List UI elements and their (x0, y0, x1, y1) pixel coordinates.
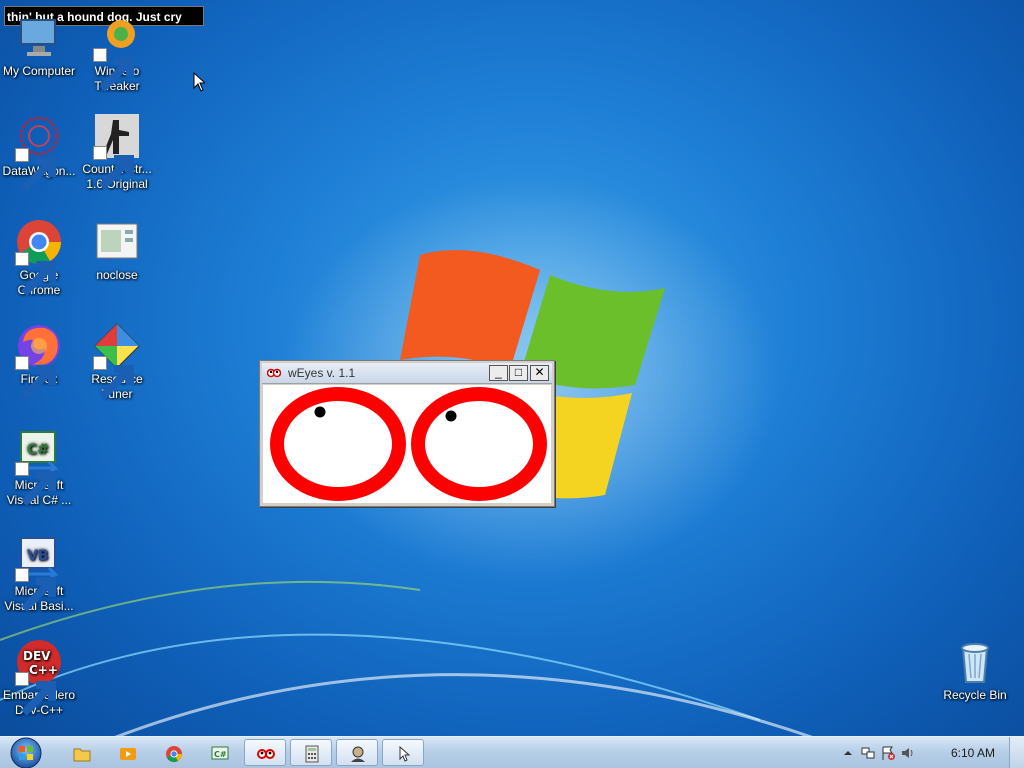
svg-text:DEV: DEV (23, 649, 51, 663)
taskbar-item-user-app[interactable] (336, 739, 378, 766)
action-center-flag-icon[interactable] (880, 745, 896, 761)
right-pupil (445, 410, 457, 422)
show-hidden-icons-icon[interactable] (840, 745, 856, 761)
taskbar-item-media-player[interactable] (106, 739, 148, 766)
shortcut-arrow-icon (15, 148, 56, 192)
dev-cpp-icon: DEV C++ (15, 638, 63, 716)
svg-text:VB: VB (27, 548, 49, 564)
shortcut-arrow-icon (93, 146, 134, 190)
firefox-icon (15, 322, 63, 400)
taskbar: C# 6:10 AM (0, 736, 1024, 768)
shortcut-arrow-icon (93, 356, 134, 400)
system-tray: 6:10 AM (834, 737, 1024, 768)
volume-icon[interactable] (900, 745, 916, 761)
left-eye (270, 387, 406, 501)
shortcut-arrow-icon (93, 48, 134, 92)
desktop-icon-recycle-bin[interactable]: Recycle Bin (936, 638, 1014, 703)
svg-text:C#: C# (214, 750, 227, 759)
desktop-icon-noclose[interactable]: noclose (78, 218, 156, 283)
desktop-icon-google-chrome[interactable]: Google Chrome (0, 218, 78, 298)
right-eye (411, 387, 547, 501)
visual-csharp-icon: C# (211, 746, 229, 760)
taskbar-item-chrome[interactable] (152, 739, 194, 766)
desktop-icon-label: My Computer (2, 64, 76, 78)
counter-strike-icon (93, 112, 141, 190)
desktop-icon-label: noclose (96, 268, 138, 282)
maximize-button[interactable]: □ (509, 365, 528, 381)
computer-icon (15, 14, 63, 62)
desktop-icon-my-computer[interactable]: My Computer (0, 14, 78, 79)
left-pupil (314, 406, 326, 418)
shortcut-arrow-icon (15, 672, 56, 716)
close-button[interactable]: ✕ (530, 365, 549, 381)
user-avatar-icon (351, 746, 365, 762)
shortcut-arrow-icon (15, 252, 56, 296)
visual-basic-icon: VB (15, 534, 63, 612)
taskbar-item-pointer-app[interactable] (382, 739, 424, 766)
desktop-icon-winaero-tweaker[interactable]: Winaero Tweaker (78, 14, 156, 94)
weyes-client-area (263, 385, 551, 503)
calculator-icon (305, 745, 319, 763)
noclose-icon (93, 218, 141, 266)
winaero-tweaker-icon (93, 14, 141, 92)
network-icon[interactable] (860, 745, 876, 761)
desktop-icon-firefox[interactable]: Firefox (0, 322, 78, 400)
resource-tuner-icon (93, 322, 141, 400)
weyes-icon (267, 368, 281, 378)
desktop-icon-resource-tuner[interactable]: Resource Tuner (78, 322, 156, 402)
shortcut-arrow-icon (15, 462, 56, 506)
explorer-folder-icon (73, 748, 91, 762)
desktop-icon-counter-strike[interactable]: Counter-str... 1.6 Original (78, 112, 156, 192)
shortcut-arrow-icon (15, 356, 56, 400)
mouse-pointer-app-icon (399, 745, 411, 762)
desktop-icon-visual-basic[interactable]: VB Microsoft Visual Basi... (0, 534, 78, 614)
desktop-icon-visual-csharp[interactable]: C# Microsoft Visual C# ... (0, 428, 78, 508)
window-titlebar[interactable]: wEyes v. 1.1 _ □ ✕ (262, 363, 552, 384)
desktop-icon-datawagon[interactable]: DataWagon... (0, 114, 78, 192)
taskbar-clock[interactable]: 6:10 AM (951, 746, 995, 760)
desktop-icon-dev-cpp[interactable]: DEV C++ Embarcadero Dev-C++ (0, 638, 78, 718)
visual-csharp-icon: C# (15, 428, 63, 506)
start-button[interactable] (6, 737, 46, 768)
weyes-window[interactable]: wEyes v. 1.1 _ □ ✕ (259, 360, 555, 507)
datawagon-icon (15, 114, 63, 192)
eyes-canvas (270, 387, 547, 501)
show-desktop-button[interactable] (1009, 737, 1024, 768)
recycle-bin-icon (951, 638, 999, 686)
shortcut-arrow-icon (15, 568, 56, 612)
minimize-button[interactable]: _ (489, 365, 508, 381)
chrome-icon (15, 218, 63, 296)
taskbar-item-visual-csharp[interactable]: C# (198, 739, 240, 766)
desktop-icon-label: Recycle Bin (943, 688, 1007, 702)
chrome-icon (166, 746, 183, 763)
taskbar-item-explorer[interactable] (60, 739, 102, 766)
desktop: thin' but a hound dog. Just cry My Compu… (0, 0, 1024, 768)
svg-text:C#: C# (27, 442, 49, 458)
window-title: wEyes v. 1.1 (288, 366, 356, 380)
weyes-icon (257, 749, 275, 759)
media-player-icon (120, 748, 136, 760)
taskbar-item-calculator[interactable] (290, 739, 332, 766)
mouse-cursor-icon (193, 72, 205, 92)
taskbar-item-weyes[interactable] (244, 739, 286, 766)
